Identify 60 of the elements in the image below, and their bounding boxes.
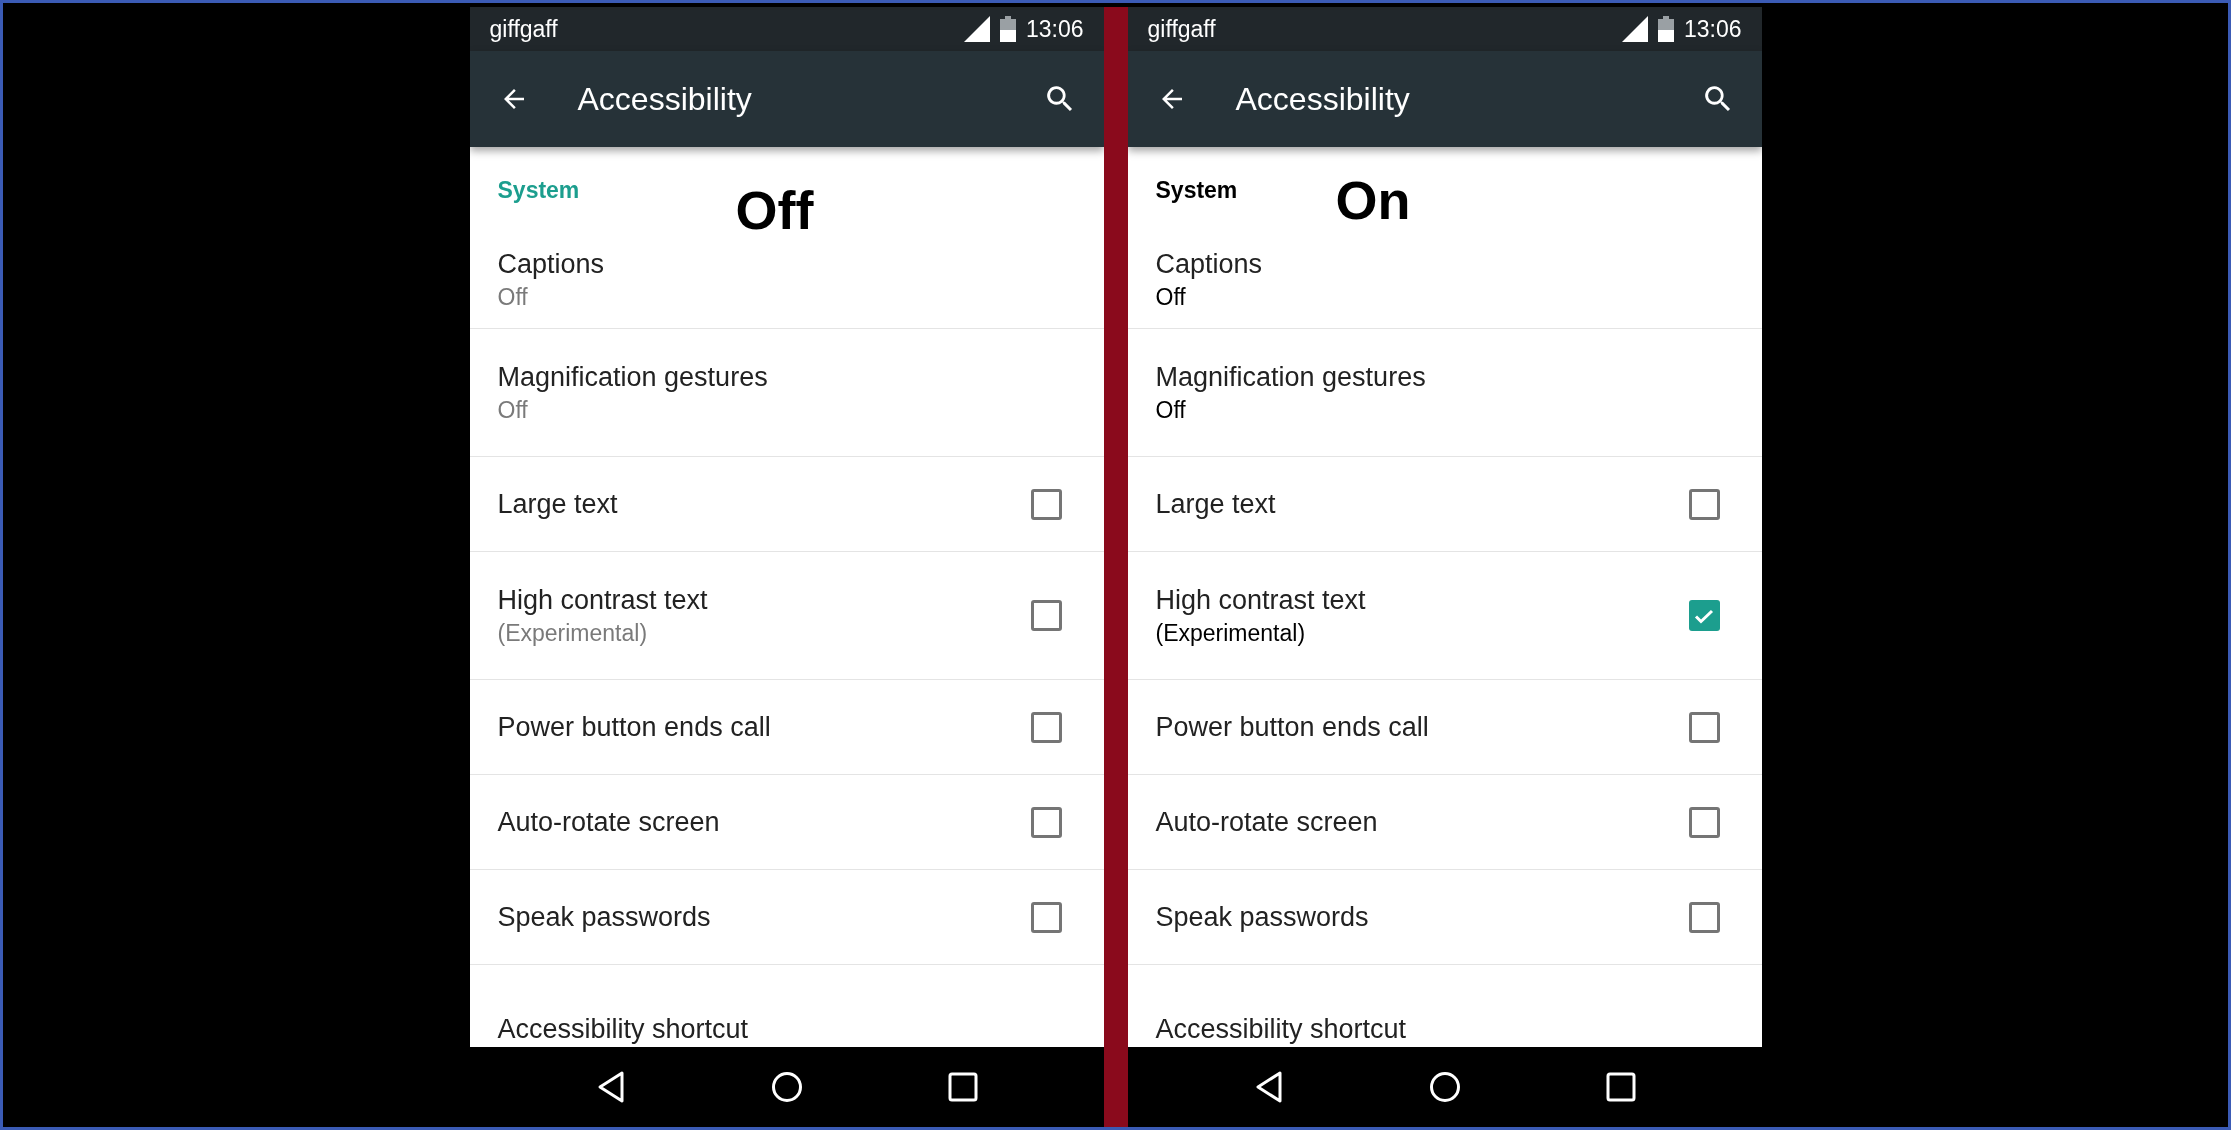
setting-title: Power button ends call [1155, 711, 1430, 744]
signal-icon [1621, 16, 1648, 42]
clock-time: 13:06 [1683, 14, 1742, 44]
clock-time: 13:06 [1025, 14, 1084, 44]
settings-row[interactable]: Power button ends call [469, 680, 1104, 775]
settings-row[interactable]: High contrast text (Experimental) [469, 552, 1104, 680]
overlay-caption: Off [735, 183, 814, 237]
checkbox[interactable] [1030, 488, 1062, 520]
setting-title: High contrast text [497, 583, 709, 617]
checkbox[interactable] [1688, 488, 1720, 520]
checkbox[interactable] [1030, 711, 1062, 743]
checkbox[interactable] [1688, 600, 1720, 631]
overlay-caption: On [1335, 173, 1411, 227]
settings-row[interactable]: High contrast text (Experimental) [1127, 552, 1762, 680]
settings-row[interactable]: Speak passwords [469, 870, 1104, 965]
settings-row[interactable]: Power button ends call [1127, 680, 1762, 775]
setting-title: Captions [1155, 247, 1264, 281]
settings-row[interactable]: Speak passwords [1127, 870, 1762, 965]
setting-summary: Off [497, 282, 529, 312]
settings-row[interactable]: Magnification gestures Off [1127, 329, 1762, 457]
setting-title: Magnification gestures [1155, 360, 1427, 394]
settings-row[interactable]: Captions Off [469, 241, 1104, 329]
setting-summary: (Experimental) [1155, 618, 1307, 648]
settings-row[interactable]: Large text [469, 457, 1104, 552]
setting-title: Auto-rotate screen [1155, 806, 1379, 839]
setting-title: Magnification gestures [497, 360, 769, 394]
setting-title: Auto-rotate screen [497, 806, 721, 839]
settings-row[interactable]: Magnification gestures Off [469, 329, 1104, 457]
setting-summary: (Experimental) [497, 618, 649, 648]
setting-title: High contrast text [1155, 583, 1367, 617]
setting-summary: Off [1155, 395, 1187, 425]
settings-row[interactable]: Captions Off [1127, 241, 1762, 329]
screen-title: Accessibility [577, 80, 753, 119]
setting-title: Accessibility shortcut [497, 1012, 750, 1046]
carrier-name: giffgaff [1147, 14, 1217, 44]
battery-icon [1657, 16, 1674, 42]
setting-title: Captions [497, 247, 606, 281]
checkbox[interactable] [1688, 711, 1720, 743]
setting-summary: Off [497, 395, 529, 425]
checkbox[interactable] [1030, 901, 1062, 933]
checkbox[interactable] [1688, 806, 1720, 838]
setting-title: Speak passwords [497, 901, 712, 934]
checkbox[interactable] [1688, 901, 1720, 933]
setting-title: Large text [1155, 488, 1277, 521]
setting-title: Large text [497, 488, 619, 521]
settings-row[interactable]: Auto-rotate screen [1127, 775, 1762, 870]
section-header: System [1155, 176, 1238, 205]
battery-icon [999, 16, 1016, 42]
settings-row[interactable]: Large text [1127, 457, 1762, 552]
setting-title: Power button ends call [497, 711, 772, 744]
section-header: System [497, 176, 580, 205]
checkbox[interactable] [1030, 600, 1062, 631]
setting-title: Speak passwords [1155, 901, 1370, 934]
checkbox[interactable] [1030, 806, 1062, 838]
carrier-name: giffgaff [489, 14, 559, 44]
screen-title: Accessibility [1235, 80, 1411, 119]
setting-title: Accessibility shortcut [1155, 1012, 1408, 1046]
signal-icon [963, 16, 990, 42]
setting-summary: Off [1155, 282, 1187, 312]
settings-row[interactable]: Auto-rotate screen [469, 775, 1104, 870]
